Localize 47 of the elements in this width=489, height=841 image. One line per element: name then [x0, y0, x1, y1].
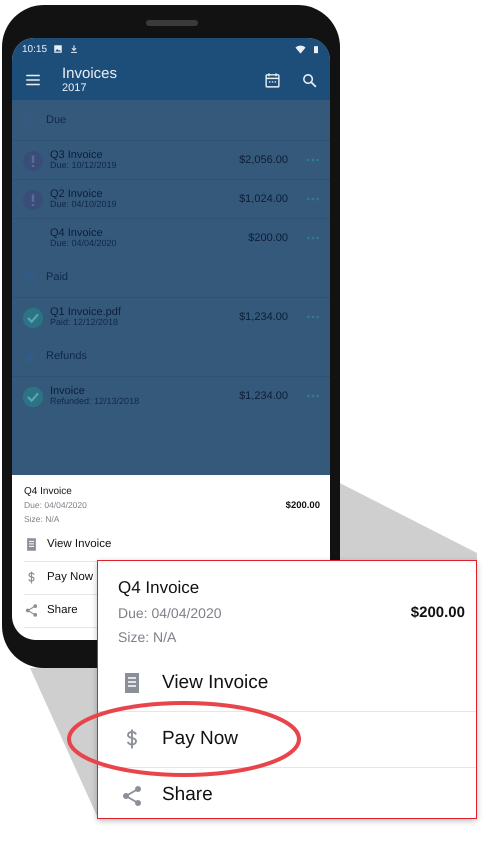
invoice-title: Q4 Invoice [24, 485, 73, 499]
invoice-amount: $1,234.00 [239, 388, 288, 404]
invoice-title: Q4 Invoice [118, 577, 200, 599]
check-badge-icon [22, 306, 44, 329]
speaker-slot [146, 20, 198, 26]
alert-badge-icon [22, 150, 44, 172]
action-item[interactable]: View Invoice [24, 536, 112, 554]
action-item[interactable]: Share [24, 602, 78, 620]
due-date: Due: 04/04/2020 [118, 604, 222, 622]
battery-icon [312, 44, 320, 54]
image-icon [53, 44, 64, 54]
due-date: Due: 04/04/2020 [24, 499, 87, 512]
file-size: Size: N/A [24, 513, 60, 526]
share-icon [120, 784, 144, 808]
invoice-name: Q4 Invoice [50, 227, 104, 240]
invoice-name: Q2 Invoice [50, 188, 104, 200]
action-label: Pay Now [47, 570, 94, 586]
screen-subtitle: 2017 [62, 82, 88, 94]
invoice-amount: $2,056.00 [239, 152, 288, 168]
action-label: Share [162, 783, 213, 808]
download-icon [69, 44, 80, 54]
invoice-name: Q3 Invoice [50, 149, 104, 162]
invoice-amount: $1,024.00 [239, 192, 288, 207]
action-label: View Invoice [47, 537, 112, 552]
action-label: View Invoice [162, 670, 268, 695]
invoice-name: Q1 Invoice.pdf [50, 306, 121, 318]
action-label: Pay Now [162, 726, 238, 751]
calendar-icon[interactable] [264, 72, 281, 88]
invoice-amount: $200.00 [410, 602, 465, 622]
search-icon[interactable] [301, 72, 318, 88]
invoice-amount: $1,234.00 [239, 310, 288, 325]
action-label: Share [47, 603, 78, 618]
action-item[interactable]: Pay Now [24, 569, 94, 586]
alert-badge-icon [22, 188, 44, 211]
action-item[interactable]: Share [98, 768, 476, 824]
document-icon [24, 537, 39, 552]
action-item[interactable]: View Invoice [98, 656, 476, 712]
invoice-amount: $200.00 [286, 499, 320, 513]
invoice-name: Invoice [50, 385, 86, 398]
screen-title: Invoices [62, 66, 118, 82]
check-badge-icon [22, 386, 44, 408]
file-size: Size: N/A [118, 628, 178, 647]
status-time: 10:15 [22, 42, 48, 56]
wifi-icon [295, 44, 306, 54]
invoice-amount: $200.00 [248, 230, 288, 246]
share-icon [24, 603, 39, 618]
action-item[interactable]: Pay Now [98, 712, 476, 768]
